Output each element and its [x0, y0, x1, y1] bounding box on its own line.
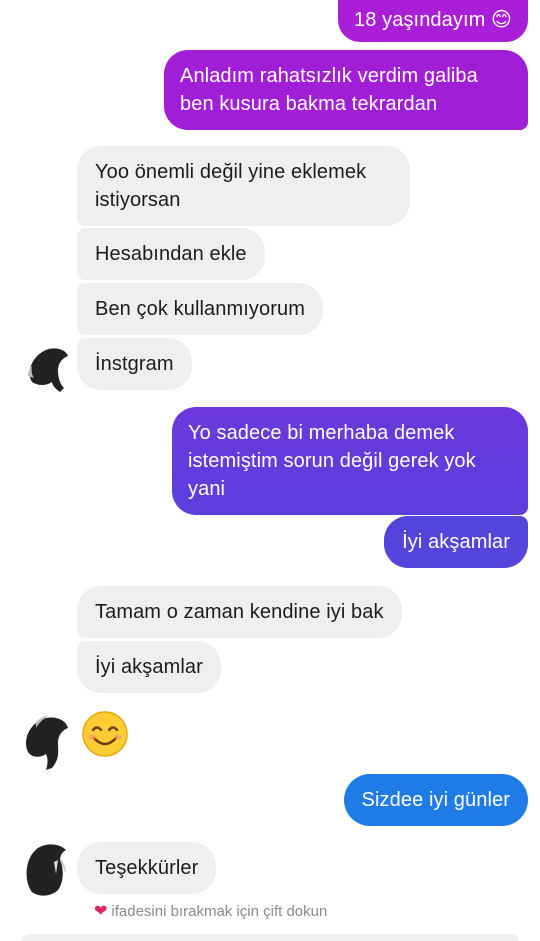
heart-icon: ❤ [94, 902, 108, 920]
outgoing-message[interactable]: İyi akşamlar [384, 516, 528, 568]
reaction-hint: ❤ ifadesini bırakmak için çift dokun [94, 903, 327, 920]
outgoing-message[interactable]: 18 yaşındayım 😊 [338, 0, 528, 42]
incoming-message[interactable]: İnstgram [77, 338, 192, 390]
outgoing-message[interactable]: Anladım rahatsızlık verdim galiba ben ku… [164, 50, 528, 130]
avatar[interactable] [20, 838, 70, 898]
outgoing-message[interactable]: Yo sadece bi merhaba demek istemiştim so… [172, 407, 528, 515]
smiling-face-emoji[interactable] [81, 710, 129, 758]
incoming-message[interactable]: Yoo önemli değil yine eklemek istiyorsan [77, 146, 410, 226]
outgoing-message[interactable]: Sizdee iyi günler [343, 774, 528, 826]
reaction-hint-text: ifadesini bırakmak için çift dokun [111, 903, 328, 920]
avatar[interactable] [20, 710, 74, 772]
incoming-message[interactable]: İyi akşamlar [77, 641, 221, 693]
avatar[interactable] [22, 342, 74, 394]
next-message-bubble-edge [20, 934, 520, 941]
incoming-message[interactable]: Tamam o zaman kendine iyi bak [77, 586, 402, 638]
incoming-message[interactable]: Ben çok kullanmıyorum [77, 283, 323, 335]
incoming-message[interactable]: Hesabından ekle [77, 228, 265, 280]
incoming-message[interactable]: Teşekkürler [77, 842, 217, 894]
